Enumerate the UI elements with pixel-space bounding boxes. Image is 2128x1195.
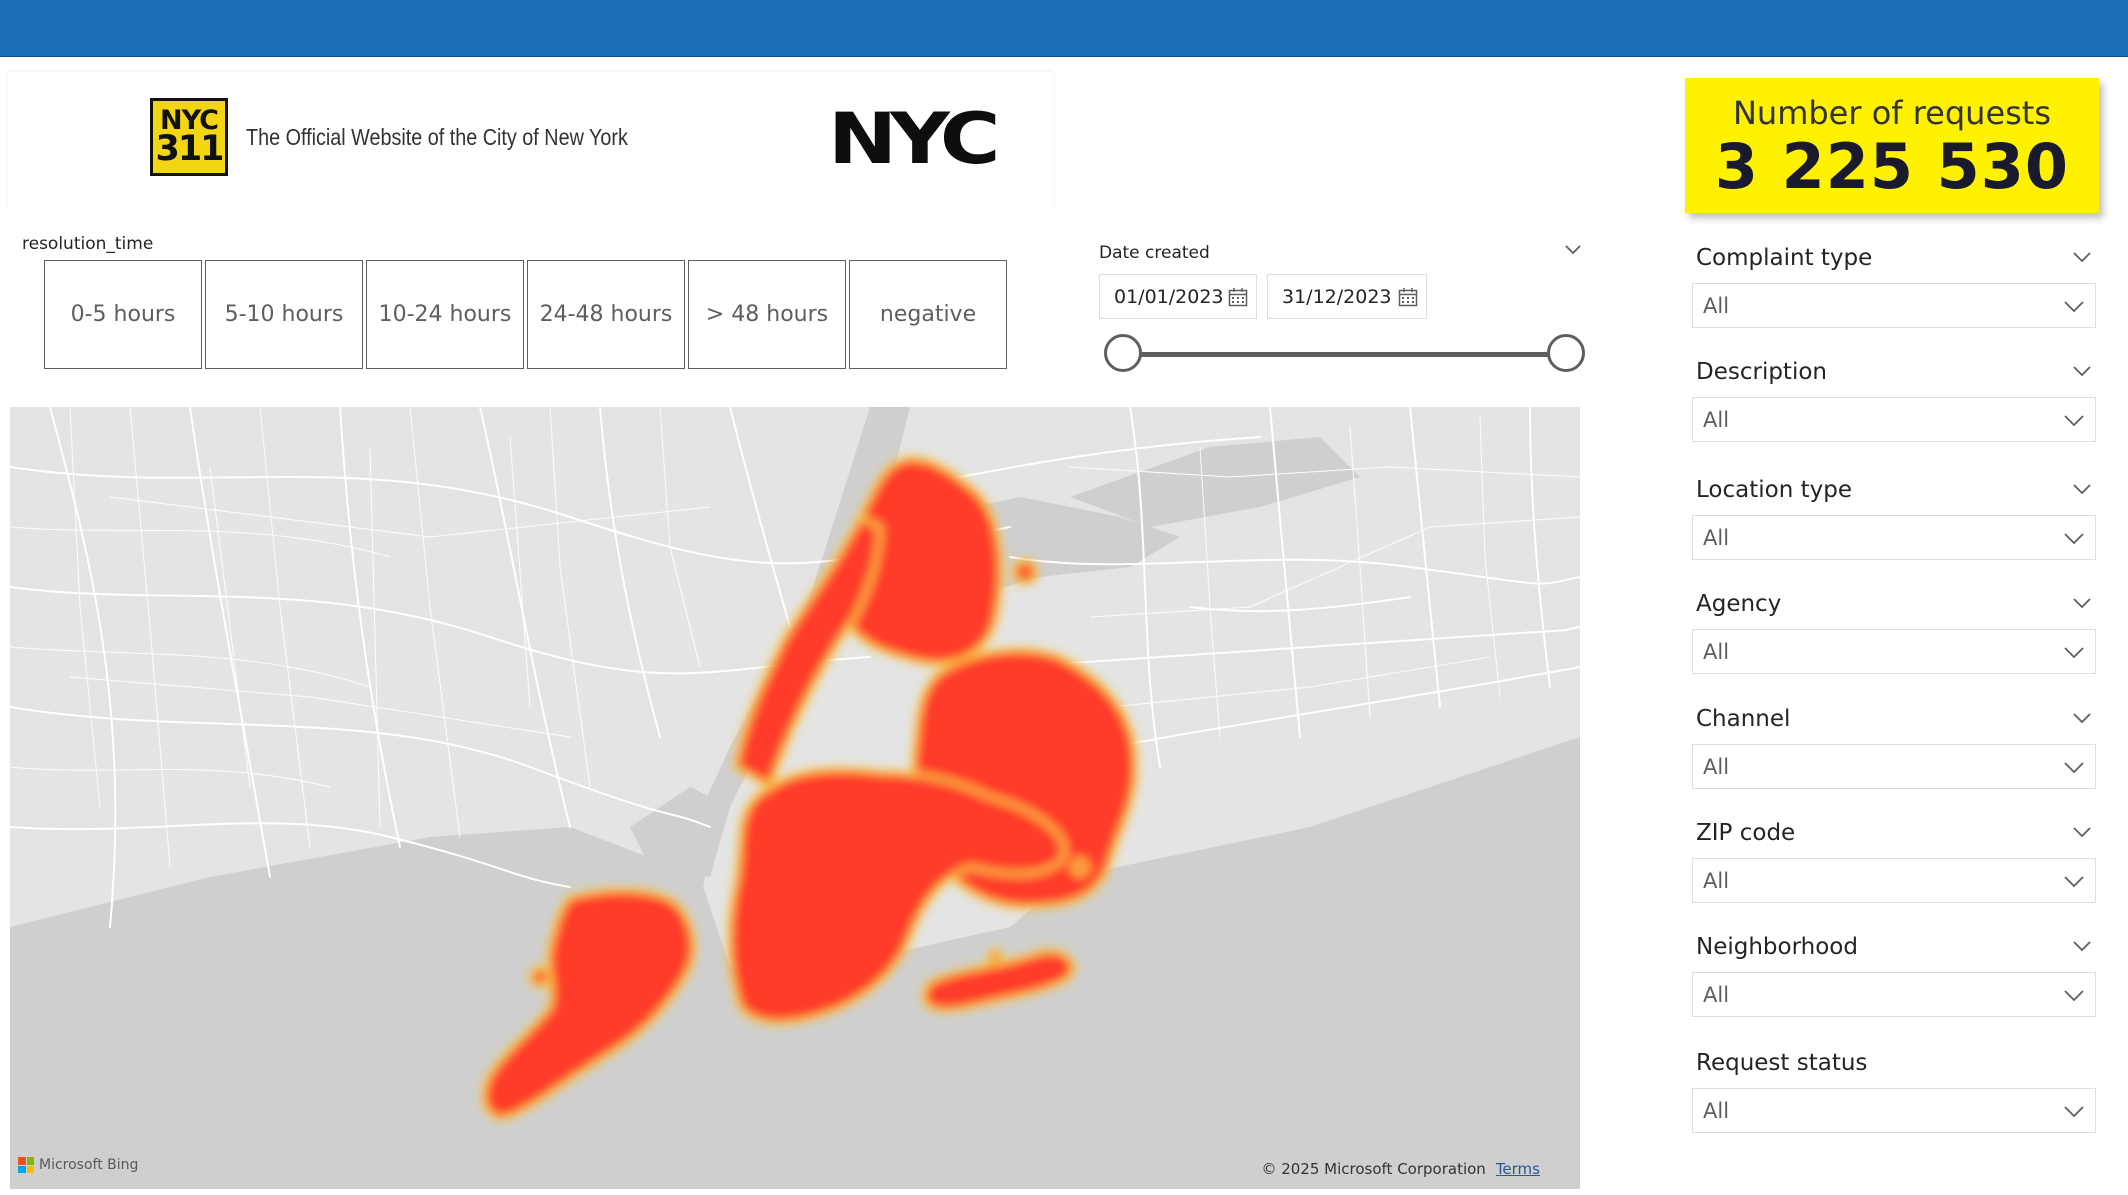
end-date-input[interactable]: 31/12/2023	[1267, 274, 1427, 319]
description-dropdown[interactable]: All	[1692, 397, 2096, 442]
filter-title: Agency	[1696, 591, 1782, 617]
calendar-icon[interactable]	[1228, 287, 1248, 307]
filter-title: Channel	[1696, 706, 1791, 732]
map-copyright: © 2025 Microsoft Corporation Terms	[1261, 1160, 1540, 1178]
heat-point	[986, 948, 1004, 966]
start-date-input[interactable]: 01/01/2023	[1099, 274, 1257, 319]
map-terms-link[interactable]: Terms	[1496, 1160, 1540, 1178]
agency-dropdown[interactable]: All	[1692, 629, 2096, 674]
chevron-down-icon[interactable]	[2072, 597, 2092, 611]
dropdown-value: All	[1703, 526, 1730, 550]
calendar-icon[interactable]	[1398, 287, 1418, 307]
date-range-start-handle[interactable]	[1104, 334, 1142, 372]
filter-title: Neighborhood	[1696, 934, 1858, 960]
filter-title: Location type	[1696, 477, 1852, 503]
start-date-value: 01/01/2023	[1114, 285, 1224, 308]
chevron-down-icon[interactable]	[2063, 646, 2085, 660]
chevron-down-icon[interactable]	[2063, 300, 2085, 314]
complaint-type-dropdown[interactable]: All	[1692, 283, 2096, 328]
resolution-option-0-5-hours[interactable]: 0-5 hours	[44, 260, 202, 369]
nyc-311-logo-line2: 311	[155, 129, 224, 170]
filter-title: Complaint type	[1696, 245, 1873, 271]
map-provider-attribution: Microsoft Bing	[18, 1157, 138, 1173]
location-type-dropdown[interactable]: All	[1692, 515, 2096, 560]
resolution-slicer-title: resolution_time	[22, 234, 154, 254]
chevron-down-icon[interactable]	[2063, 414, 2085, 428]
filter-title: ZIP code	[1696, 820, 1796, 846]
chevron-down-icon[interactable]	[1564, 244, 1582, 256]
dropdown-value: All	[1703, 755, 1730, 779]
request-status-dropdown[interactable]: All	[1692, 1088, 2096, 1133]
resolution-slicer-buttons: 0-5 hours 5-10 hours 10-24 hours 24-48 h…	[44, 260, 1007, 369]
microsoft-logo-icon	[18, 1157, 34, 1173]
kpi-value: 3 225 530	[1714, 130, 2070, 203]
official-website-text: The Official Website of the City of New …	[246, 124, 628, 150]
dropdown-value: All	[1703, 408, 1730, 432]
heat-point	[528, 965, 552, 989]
dropdown-value: All	[1703, 869, 1730, 893]
zip-code-dropdown[interactable]: All	[1692, 858, 2096, 903]
map-provider-label: Microsoft Bing	[39, 1157, 139, 1173]
dropdown-value: All	[1703, 640, 1730, 664]
dropdown-value: All	[1703, 983, 1730, 1007]
dropdown-value: All	[1703, 294, 1730, 318]
map-copyright-text: © 2025 Microsoft Corporation	[1261, 1160, 1486, 1178]
kpi-label: Number of requests	[1732, 94, 2052, 132]
chevron-down-icon[interactable]	[2072, 365, 2092, 379]
chevron-down-icon[interactable]	[2072, 251, 2092, 265]
filter-title: Request status	[1696, 1050, 1868, 1076]
request-count-card: Number of requests 3 225 530	[1685, 78, 2099, 213]
dropdown-value: All	[1703, 1099, 1730, 1123]
resolution-option-24-48-hours[interactable]: 24-48 hours	[527, 260, 685, 369]
resolution-option-negative[interactable]: negative	[849, 260, 1007, 369]
nyc-311-logo: NYC 311	[150, 98, 228, 176]
chevron-down-icon[interactable]	[2063, 875, 2085, 889]
chevron-down-icon[interactable]	[2063, 1105, 2085, 1119]
chevron-down-icon[interactable]	[2072, 826, 2092, 840]
chevron-down-icon[interactable]	[2072, 940, 2092, 954]
heat-point	[1070, 857, 1090, 877]
resolution-option-5-10-hours[interactable]: 5-10 hours	[205, 260, 363, 369]
neighborhood-dropdown[interactable]: All	[1692, 972, 2096, 1017]
resolution-option-over-48-hours[interactable]: > 48 hours	[688, 260, 846, 369]
chevron-down-icon[interactable]	[2072, 483, 2092, 497]
date-slicer-title: Date created	[1099, 243, 1210, 263]
top-header-bar	[0, 0, 2128, 57]
channel-dropdown[interactable]: All	[1692, 744, 2096, 789]
resolution-option-10-24-hours[interactable]: 10-24 hours	[366, 260, 524, 369]
chevron-down-icon[interactable]	[2072, 712, 2092, 726]
map-canvas[interactable]	[10, 407, 1580, 1189]
chevron-down-icon[interactable]	[2063, 532, 2085, 546]
chevron-down-icon[interactable]	[2063, 761, 2085, 775]
end-date-value: 31/12/2023	[1282, 285, 1392, 308]
filter-title: Description	[1696, 359, 1827, 385]
date-range-slider-track[interactable]	[1124, 352, 1566, 357]
heat-point	[1011, 558, 1039, 586]
chevron-down-icon[interactable]	[2063, 989, 2085, 1003]
date-range-end-handle[interactable]	[1547, 334, 1585, 372]
heatmap-map[interactable]: Microsoft Bing © 2025 Microsoft Corporat…	[10, 407, 1580, 1189]
nyc-logo: NYC	[828, 98, 1000, 180]
